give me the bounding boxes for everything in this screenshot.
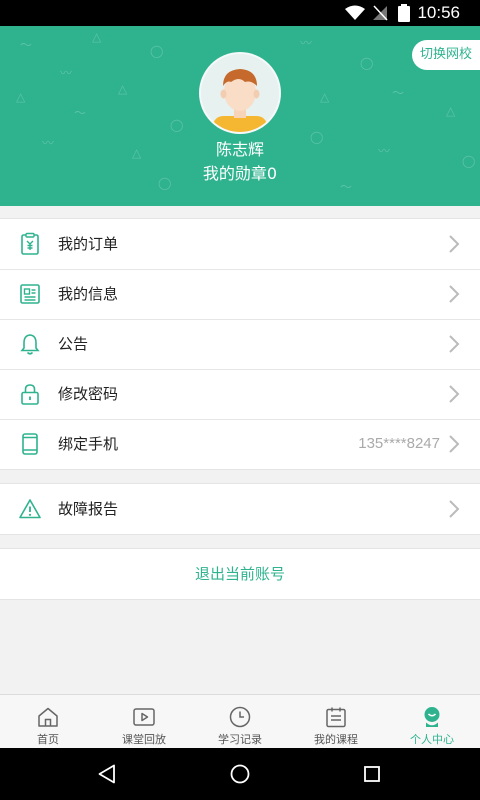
avatar-illustration-icon: [213, 69, 267, 132]
badge-count[interactable]: 我的勋章0: [0, 160, 480, 184]
bottom-tab-bar: 首页 课堂回放 学习记录 我的课程 个人中心: [0, 694, 480, 748]
tab-label: 我的课程: [314, 733, 358, 746]
info-icon: [20, 284, 40, 304]
tab-home[interactable]: 首页: [0, 695, 96, 748]
lock-icon: [21, 384, 39, 405]
back-icon[interactable]: [96, 762, 120, 786]
menu-item-notices[interactable]: 公告: [0, 319, 480, 369]
tab-study-records[interactable]: 学习记录: [192, 695, 288, 748]
order-icon: [21, 232, 39, 255]
chevron-right-icon: [449, 335, 460, 353]
logout-button[interactable]: 退出当前账号: [0, 548, 480, 600]
profile-header: 〜 △ ◯ 〰 △ △ 〜 ◯ 〰 △ ◯ 〰 ◯ △ 〜 △ ◯ 〰 ◯ 〜 …: [0, 26, 480, 206]
menu-item-label: 故障报告: [58, 500, 119, 518]
warning-icon: [19, 499, 41, 519]
menu-item-change-password[interactable]: 修改密码: [0, 369, 480, 419]
menu-item-label: 公告: [58, 335, 89, 353]
calendar-icon: [326, 707, 346, 728]
menu-item-bind-phone[interactable]: 绑定手机 135****8247: [0, 419, 480, 469]
clock-time: 10:56: [417, 3, 460, 22]
switch-school-button[interactable]: 切换网校: [412, 40, 480, 70]
chevron-right-icon: [449, 500, 460, 518]
menu-item-label: 绑定手机: [58, 435, 119, 453]
chevron-right-icon: [449, 285, 460, 303]
bell-icon: [20, 334, 40, 355]
recents-icon[interactable]: [360, 762, 384, 786]
menu-group-support: 故障报告: [0, 483, 480, 535]
tab-my-courses[interactable]: 我的课程: [288, 695, 384, 748]
tab-label: 课堂回放: [122, 733, 166, 746]
phone-icon: [22, 433, 38, 455]
menu-group-account: 我的订单 我的信息 公告 修改密码 绑定手机 135****8247: [0, 218, 480, 470]
chevron-right-icon: [449, 435, 460, 453]
clock-icon: [229, 706, 251, 728]
home-icon: [38, 707, 58, 727]
menu-item-label: 我的信息: [58, 285, 119, 303]
person-icon: [424, 707, 440, 727]
wifi-icon: [345, 5, 365, 20]
no-signal-icon: [373, 5, 388, 21]
tab-playback[interactable]: 课堂回放: [96, 695, 192, 748]
menu-item-info[interactable]: 我的信息: [0, 269, 480, 319]
chevron-right-icon: [449, 235, 460, 253]
user-name: 陈志辉: [215, 140, 264, 159]
home-circle-icon[interactable]: [228, 762, 252, 786]
menu-item-label: 我的订单: [58, 235, 119, 253]
playback-icon: [133, 708, 155, 726]
menu-item-orders[interactable]: 我的订单: [0, 219, 480, 269]
status-bar: 10:56: [0, 0, 480, 26]
tab-label: 首页: [37, 733, 59, 746]
system-navigation-bar: [0, 748, 480, 800]
bound-phone-number: 135****8247: [358, 435, 440, 452]
menu-item-label: 修改密码: [58, 385, 119, 403]
menu-item-report-issue[interactable]: 故障报告: [0, 484, 480, 534]
tab-label: 学习记录: [218, 733, 262, 746]
chevron-right-icon: [449, 385, 460, 403]
battery-icon: [398, 4, 410, 22]
tab-personal-center[interactable]: 个人中心: [384, 695, 480, 748]
avatar[interactable]: [199, 52, 281, 134]
tab-label: 个人中心: [410, 733, 454, 746]
